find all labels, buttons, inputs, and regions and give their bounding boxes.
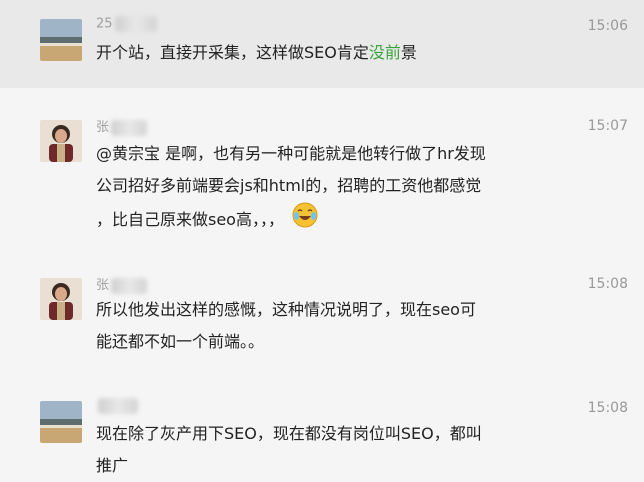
avatar[interactable] [40, 401, 82, 443]
message-item[interactable]: 张 15:07 @黄宗宝 是啊，也有另一种可能就是他转行做了hr发现 公司招好多… [0, 88, 644, 248]
avatar[interactable] [40, 120, 82, 162]
message-time: 15:08 [587, 276, 628, 292]
sender-name: 张 [96, 274, 148, 294]
message-text: 所以他发出这样的感慨，这种情况说明了，现在seo可 能还都不如一个前端。。 [96, 300, 476, 351]
redacted-name [111, 277, 148, 294]
message-time: 15:06 [587, 18, 628, 34]
sender-name [96, 398, 138, 414]
message-text: @黄宗宝 是啊，也有另一种可能就是他转行做了hr发现 公司招好多前端要会js和h… [96, 138, 546, 239]
sender-name: 张 [96, 116, 148, 136]
message-time: 15:07 [587, 118, 628, 134]
laughing-tears-emoji-icon [292, 202, 318, 239]
redacted-name [111, 119, 148, 136]
highlighted-text: 没前 [368, 43, 401, 62]
redacted-name [114, 16, 157, 32]
avatar[interactable] [40, 278, 82, 320]
sender-name: 25 [96, 16, 157, 32]
message-item[interactable]: 25 15:06 开个站，直接开采集，这样做SEO肯定没前景 [0, 0, 644, 88]
redacted-name [98, 398, 138, 414]
avatar[interactable] [40, 19, 82, 61]
message-text: 开个站，直接开采集，这样做SEO肯定没前景 [96, 43, 417, 62]
message-text: 现在除了灰产用下SEO，现在都没有岗位叫SEO，都叫 推广 [96, 424, 482, 475]
message-item[interactable]: 张 15:08 所以他发出这样的感慨，这种情况说明了，现在seo可 能还都不如一… [0, 248, 644, 376]
message-item[interactable]: 15:08 现在除了灰产用下SEO，现在都没有岗位叫SEO，都叫 推广 [0, 376, 644, 477]
message-time: 15:08 [587, 400, 628, 416]
